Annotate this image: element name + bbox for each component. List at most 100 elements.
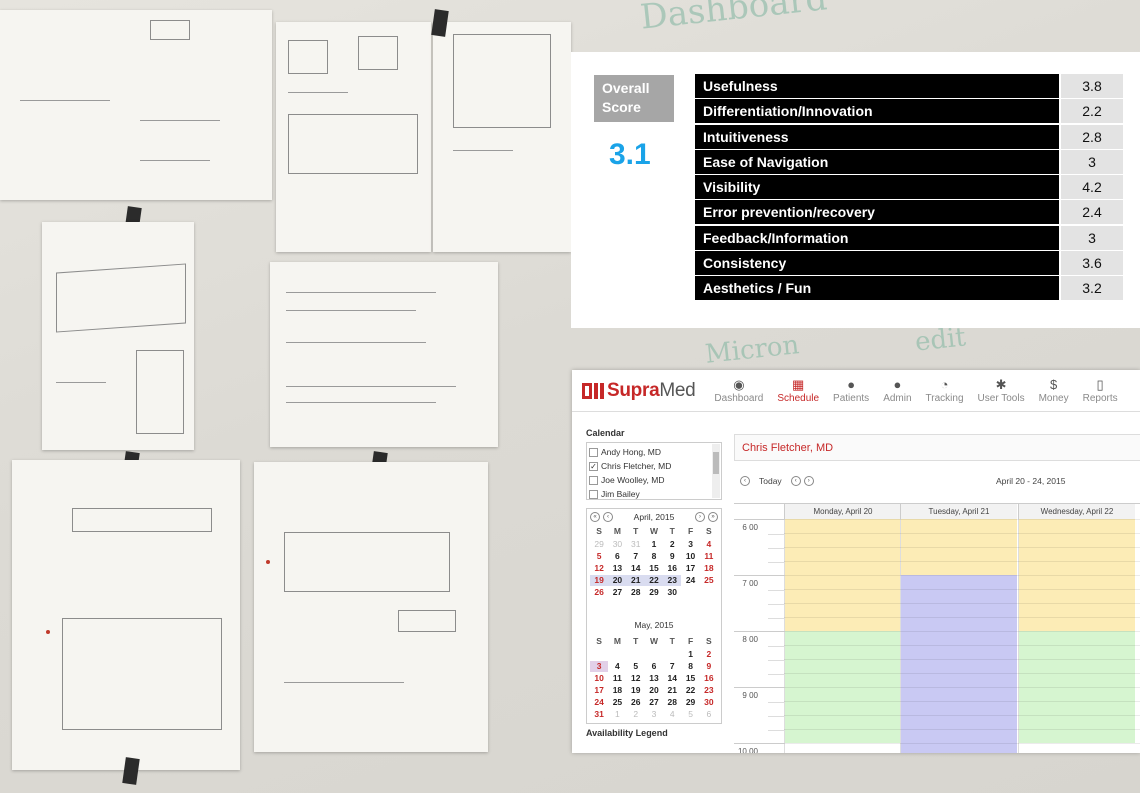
calendar-day[interactable]: 26: [590, 587, 608, 598]
checkbox-checked[interactable]: ✓: [589, 461, 598, 471]
calendar-day[interactable]: 24: [590, 697, 608, 708]
calendar-day[interactable]: 9: [663, 551, 681, 562]
calendar-day[interactable]: 13: [645, 673, 663, 684]
calendar-day[interactable]: 19: [627, 685, 645, 696]
calendar-day[interactable]: 11: [700, 551, 718, 562]
calendar-day[interactable]: 3: [645, 709, 663, 720]
nav-user-tools[interactable]: ✱ User Tools: [971, 377, 1032, 404]
calendar-day[interactable]: 27: [645, 697, 663, 708]
calendar-day[interactable]: 10: [681, 551, 699, 562]
calendar-day[interactable]: 1: [645, 539, 663, 550]
calendar-day[interactable]: 27: [608, 587, 626, 598]
calendar-item[interactable]: Joe Woolley, MD: [589, 473, 719, 487]
checkbox[interactable]: [589, 475, 598, 485]
nav-reports[interactable]: ▯ Reports: [1076, 377, 1125, 404]
next-year-icon[interactable]: »: [707, 512, 718, 522]
prev-week-icon[interactable]: ‹: [740, 476, 750, 486]
time-slot[interactable]: [900, 743, 1017, 753]
calendar-day[interactable]: 24: [681, 575, 699, 586]
calendar-day[interactable]: 6: [645, 661, 663, 672]
next-icon[interactable]: ›: [803, 476, 814, 486]
calendar-day[interactable]: 17: [590, 685, 608, 696]
nav-patients[interactable]: ● Patients: [826, 377, 876, 404]
nav-admin[interactable]: ● Admin: [876, 377, 918, 404]
calendar-day[interactable]: 11: [608, 673, 626, 684]
nav-schedule[interactable]: ▦ Schedule: [770, 377, 826, 404]
calendar-list-scrollbar[interactable]: [712, 444, 720, 498]
nav-money[interactable]: $ Money: [1032, 377, 1076, 404]
calendar-day[interactable]: 29: [681, 697, 699, 708]
calendar-day[interactable]: 29: [645, 587, 663, 598]
calendar-day[interactable]: 8: [645, 551, 663, 562]
nav-tracking[interactable]: ◔ Tracking: [919, 377, 971, 404]
calendar-day[interactable]: 14: [627, 563, 645, 574]
supramed-logo[interactable]: SupraMed: [582, 380, 696, 402]
calendar-day[interactable]: 30: [608, 539, 626, 550]
calendar-day[interactable]: 13: [608, 563, 626, 574]
calendar-day[interactable]: 8: [681, 661, 699, 672]
calendar-day[interactable]: 6: [700, 709, 718, 720]
calendar-day[interactable]: 22: [644, 575, 664, 586]
calendar-item[interactable]: ✓ Chris Fletcher, MD: [589, 459, 719, 473]
calendar-item[interactable]: Jim Bailey: [589, 487, 719, 501]
calendar-day[interactable]: 9: [700, 661, 718, 672]
calendar-day[interactable]: 20: [608, 575, 627, 586]
calendar-day[interactable]: 1: [608, 709, 626, 720]
calendar-day[interactable]: 16: [663, 563, 681, 574]
calendar-day[interactable]: 6: [608, 551, 626, 562]
calendar-day[interactable]: 4: [700, 539, 718, 550]
calendar-day[interactable]: 5: [627, 661, 645, 672]
marker-note: Micron: [703, 330, 801, 370]
calendar-day[interactable]: 28: [627, 587, 645, 598]
calendar-day[interactable]: 4: [608, 661, 626, 672]
prev-icon[interactable]: ‹: [790, 476, 801, 486]
calendar-day[interactable]: 23: [700, 685, 718, 696]
calendar-day[interactable]: 15: [645, 563, 663, 574]
calendar-day[interactable]: 12: [627, 673, 645, 684]
calendar-day[interactable]: 5: [681, 709, 699, 720]
calendar-day[interactable]: 3: [681, 539, 699, 550]
calendar-day[interactable]: 18: [608, 685, 626, 696]
calendar-day[interactable]: 28: [663, 697, 681, 708]
calendar-day[interactable]: 14: [663, 673, 681, 684]
next-month-icon[interactable]: ›: [694, 512, 705, 522]
calendar-day[interactable]: 2: [663, 539, 681, 550]
calendar-day[interactable]: 31: [590, 709, 608, 720]
calendar-day[interactable]: 30: [700, 697, 718, 708]
nav-dashboard[interactable]: ◉ Dashboard: [707, 377, 770, 404]
calendar-day[interactable]: 22: [681, 685, 699, 696]
calendar-day[interactable]: 21: [626, 575, 645, 586]
calendar-day[interactable]: 20: [645, 685, 663, 696]
calendar-day[interactable]: 3: [590, 661, 609, 672]
calendar-day[interactable]: 5: [590, 551, 608, 562]
calendar-day[interactable]: 31: [627, 539, 645, 550]
checkbox[interactable]: [589, 489, 598, 499]
calendar-day[interactable]: 25: [700, 575, 718, 586]
time-slot[interactable]: [784, 743, 901, 753]
calendar-day[interactable]: 15: [681, 673, 699, 684]
calendar-day[interactable]: 2: [700, 649, 718, 660]
today-button[interactable]: Today: [759, 476, 782, 486]
calendar-item[interactable]: Andy Hong, MD: [589, 445, 719, 459]
calendar-day[interactable]: 26: [627, 697, 645, 708]
calendar-day[interactable]: 2: [627, 709, 645, 720]
calendar-day[interactable]: 25: [608, 697, 626, 708]
calendar-day[interactable]: 1: [681, 649, 699, 660]
calendar-day[interactable]: 10: [590, 673, 608, 684]
calendar-day[interactable]: 30: [663, 587, 681, 598]
time-slot[interactable]: [1018, 743, 1135, 753]
checkbox[interactable]: [589, 447, 598, 457]
calendar-day[interactable]: 12: [590, 563, 608, 574]
calendar-day[interactable]: 21: [663, 685, 681, 696]
calendar-day[interactable]: 29: [590, 539, 608, 550]
calendar-day[interactable]: 17: [681, 563, 699, 574]
prev-month-icon[interactable]: ‹: [603, 512, 613, 522]
calendar-day[interactable]: 7: [663, 661, 681, 672]
prev-year-icon[interactable]: «: [590, 512, 600, 522]
calendar-day[interactable]: 4: [663, 709, 681, 720]
calendar-day[interactable]: 16: [700, 673, 718, 684]
calendar-day[interactable]: 19: [590, 575, 609, 586]
calendar-day[interactable]: 18: [700, 563, 718, 574]
calendar-day[interactable]: 23: [663, 575, 682, 586]
calendar-day[interactable]: 7: [627, 551, 645, 562]
